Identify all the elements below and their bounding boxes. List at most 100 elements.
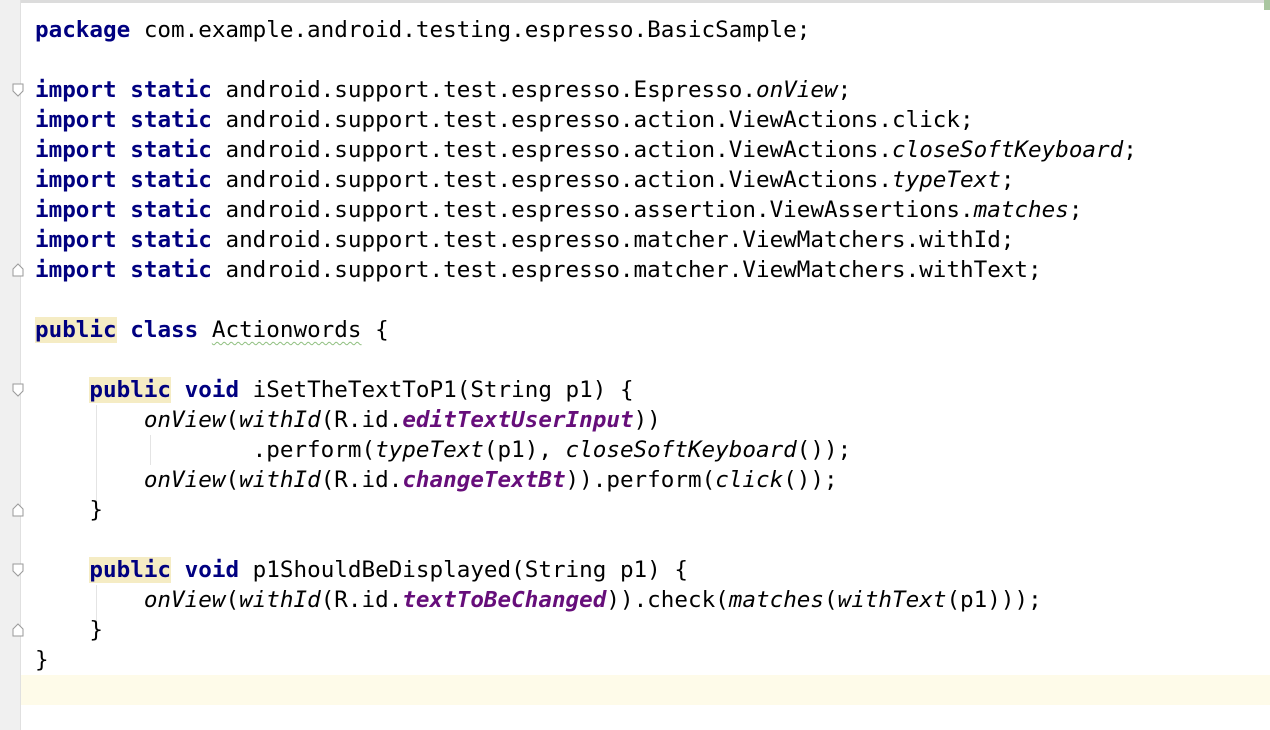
code-token: onView xyxy=(755,77,838,103)
code-token: android.support.test.espresso.matcher.Vi… xyxy=(211,227,1015,253)
code-token: Actionwords xyxy=(211,317,362,343)
code-token: class xyxy=(130,317,199,343)
code-token: (R.id. xyxy=(320,587,403,613)
code-line[interactable]: } xyxy=(35,495,1137,525)
code-token: onView xyxy=(143,467,226,493)
code-token: withId xyxy=(239,407,321,433)
code-line[interactable]: } xyxy=(35,645,1137,675)
code-line[interactable]: import static android.support.test.espre… xyxy=(35,105,1137,135)
code-token: click xyxy=(715,467,784,493)
code-token: static xyxy=(130,137,212,163)
code-token: { xyxy=(361,317,389,343)
fold-start-icon[interactable] xyxy=(12,83,24,97)
code-line[interactable]: ​ xyxy=(35,525,1137,555)
code-token: } xyxy=(35,497,104,523)
fold-start-icon[interactable] xyxy=(12,383,24,397)
code-editor[interactable]: package com.example.android.testing.espr… xyxy=(0,0,1270,730)
code-token: editTextUserInput xyxy=(402,407,634,433)
code-token: (p1))); xyxy=(946,587,1042,613)
code-line[interactable]: import static android.support.test.espre… xyxy=(35,75,1137,105)
code-token: changeTextBt xyxy=(402,467,566,493)
code-token: android.support.test.espresso.action.Vie… xyxy=(211,167,892,193)
code-line[interactable]: ​ xyxy=(35,345,1137,375)
code-token: com.example.android.testing.espresso.Bas… xyxy=(130,17,811,43)
code-token: package xyxy=(35,17,131,43)
code-token: android.support.test.espresso.matcher.Vi… xyxy=(211,257,1042,283)
code-token: ( xyxy=(225,407,240,433)
code-line[interactable]: import static android.support.test.espre… xyxy=(35,255,1137,285)
code-line[interactable]: ​ xyxy=(35,285,1137,315)
code-line[interactable]: .perform(typeText(p1), closeSoftKeyboard… xyxy=(35,435,1137,465)
code-token: ()); xyxy=(783,467,838,493)
fold-start-icon[interactable] xyxy=(12,563,24,577)
code-token: iSetTheTextToP1(String p1) { xyxy=(239,377,634,403)
code-token: withText xyxy=(837,587,947,613)
code-token: static xyxy=(130,107,212,133)
code-line[interactable]: public void p1ShouldBeDisplayed(String p… xyxy=(35,555,1137,585)
code-token: typeText xyxy=(892,167,1001,193)
code-token: withId xyxy=(239,587,321,613)
code-token: withId xyxy=(239,467,321,493)
error-stripe-marker[interactable] xyxy=(1264,0,1270,10)
code-token: android.support.test.espresso.action.Vie… xyxy=(211,137,892,163)
code-line[interactable]: public void iSetTheTextToP1(String p1) { xyxy=(35,375,1137,405)
code-line[interactable]: onView(withId(R.id.changeTextBt)).perfor… xyxy=(35,465,1137,495)
code-line[interactable]: import static android.support.test.espre… xyxy=(35,195,1137,225)
code-token: (p1), xyxy=(483,437,566,463)
code-token: ; xyxy=(1000,167,1015,193)
code-token: ( xyxy=(225,587,240,613)
code-token: import xyxy=(35,257,117,283)
code-token: ; xyxy=(1068,197,1083,223)
code-token: void xyxy=(184,377,240,403)
editor-top-border xyxy=(21,0,1270,3)
code-text[interactable]: package com.example.android.testing.espr… xyxy=(35,15,1137,705)
code-line[interactable]: public class Actionwords { xyxy=(35,315,1137,345)
code-token: matches xyxy=(728,587,825,613)
code-token: public xyxy=(89,377,172,403)
code-token: onView xyxy=(143,407,226,433)
code-token: textToBeChanged xyxy=(402,587,607,613)
code-token: ; xyxy=(1123,137,1137,163)
code-token: .perform( xyxy=(35,437,376,463)
code-token: void xyxy=(184,557,240,583)
code-token: (R.id. xyxy=(320,407,403,433)
code-token: static xyxy=(130,197,212,223)
code-line[interactable]: onView(withId(R.id.editTextUserInput)) xyxy=(35,405,1137,435)
code-token: import xyxy=(35,167,117,193)
code-token: public xyxy=(89,557,172,583)
gutter-divider xyxy=(20,0,21,730)
fold-end-icon[interactable] xyxy=(12,263,24,277)
code-line[interactable]: import static android.support.test.espre… xyxy=(35,135,1137,165)
editor-gutter[interactable] xyxy=(0,0,20,730)
code-token: static xyxy=(130,257,212,283)
code-token: static xyxy=(130,167,212,193)
code-line[interactable]: ​ xyxy=(35,45,1137,75)
code-token: import xyxy=(35,107,117,133)
code-token: (R.id. xyxy=(320,467,403,493)
code-line[interactable]: import static android.support.test.espre… xyxy=(35,165,1137,195)
code-token: typeText xyxy=(375,437,484,463)
code-token: import xyxy=(35,77,117,103)
code-token: } xyxy=(35,647,49,673)
code-token: onView xyxy=(143,587,226,613)
code-line[interactable]: package com.example.android.testing.espr… xyxy=(35,15,1137,45)
fold-end-icon[interactable] xyxy=(12,503,24,517)
code-token: android.support.test.espresso.Espresso. xyxy=(211,77,756,103)
code-token: closeSoftKeyboard xyxy=(565,437,797,463)
code-token: )).perform( xyxy=(565,467,716,493)
code-line[interactable]: } xyxy=(35,615,1137,645)
code-line[interactable]: import static android.support.test.espre… xyxy=(35,225,1137,255)
fold-end-icon[interactable] xyxy=(12,623,24,637)
code-line[interactable]: ​ xyxy=(35,675,1137,705)
code-token: android.support.test.espresso.action.Vie… xyxy=(211,107,974,133)
code-line[interactable]: onView(withId(R.id.textToBeChanged)).che… xyxy=(35,585,1137,615)
